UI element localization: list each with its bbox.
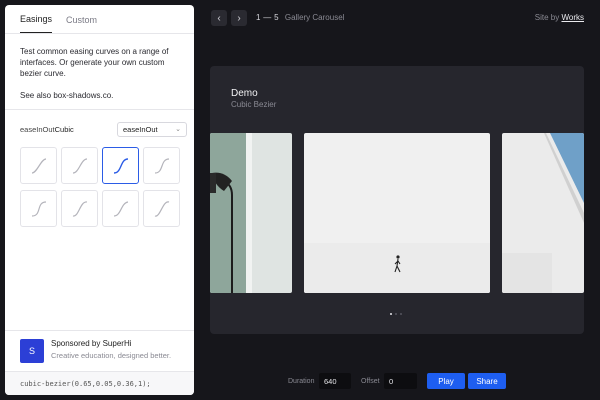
building-photo <box>502 133 584 293</box>
demo-counter: 1 — 5 Gallery Carousel <box>256 13 344 22</box>
easing-option-expo[interactable] <box>61 190 98 227</box>
curve-icon <box>72 157 87 174</box>
chevron-right-icon: › <box>237 12 241 24</box>
duration-label: Duration <box>288 378 315 385</box>
easing-option-quad[interactable] <box>61 147 98 184</box>
carousel-slide-current[interactable] <box>304 133 490 293</box>
tab-easings[interactable]: Easings <box>20 14 53 33</box>
sponsor-subtitle: Creative education, designed better. <box>51 351 172 360</box>
tab-custom[interactable]: Custom <box>66 15 97 33</box>
easing-option-quart[interactable] <box>143 147 180 184</box>
demo-panel: Demo Cubic Bezier <box>210 66 584 334</box>
play-button[interactable]: Play <box>427 373 465 389</box>
demo-index: 1 — 5 <box>256 13 279 22</box>
duration-input[interactable]: 640 <box>319 373 351 389</box>
sponsor-block[interactable]: S Sponsored by SuperHi Creative educatio… <box>5 330 194 370</box>
demo-name: Gallery Carousel <box>284 13 345 22</box>
offset-input[interactable]: 0 <box>384 373 417 389</box>
next-button[interactable]: › <box>231 10 247 26</box>
chevron-left-icon: ‹ <box>217 12 221 24</box>
site-credit: Site by Works <box>535 13 584 22</box>
easing-type-value: easeInOut <box>123 124 158 134</box>
easing-option-sine[interactable] <box>20 147 57 184</box>
demo-subtitle: Cubic Bezier <box>231 100 277 109</box>
works-link[interactable]: Works <box>561 13 584 22</box>
sponsor-text: Sponsored by SuperHi Creative education,… <box>51 339 171 370</box>
share-button[interactable]: Share <box>468 373 506 389</box>
box-shadows-link[interactable]: See also box-shadows.co. <box>20 91 113 100</box>
carousel-dot[interactable] <box>390 313 392 315</box>
easing-option-circ[interactable] <box>102 190 139 227</box>
easing-option-cubic[interactable] <box>102 147 139 184</box>
sponsor-title: Sponsored by SuperHi <box>51 339 132 348</box>
tab-bar: Easings Custom <box>5 5 194 34</box>
superhi-logo-icon: S <box>20 339 44 363</box>
offset-label: Offset <box>361 378 380 385</box>
intro-text: Test common easing curves on a range of … <box>5 34 194 110</box>
curve-icon <box>31 200 46 217</box>
curve-icon <box>113 200 128 217</box>
curve-icon <box>31 157 46 174</box>
easing-grid <box>20 147 187 227</box>
easing-selector-row: easeInOutCubic easeInOut ⌄ <box>20 121 187 137</box>
carousel-slide-next[interactable] <box>502 133 584 293</box>
prev-button[interactable]: ‹ <box>211 10 227 26</box>
curve-icon <box>154 157 169 174</box>
bezier-code-output[interactable]: cubic-bezier(0.65,0.05,0.36,1); <box>5 371 194 395</box>
carousel-slide-prev[interactable] <box>210 133 292 293</box>
easing-option-quint[interactable] <box>20 190 57 227</box>
curve-icon <box>113 157 128 174</box>
site-by-label: Site by <box>534 13 560 22</box>
carousel-dot[interactable] <box>400 313 402 315</box>
intro-description: Test common easing curves on a range of … <box>20 47 169 78</box>
curve-icon <box>154 200 169 217</box>
carousel-dot[interactable] <box>395 313 397 315</box>
sidebar: Easings Custom Test common easing curves… <box>5 5 194 395</box>
easing-type-select[interactable]: easeInOut ⌄ <box>117 121 187 137</box>
lamp-photo <box>210 133 292 293</box>
person-walking-photo <box>304 133 490 293</box>
easing-option-back[interactable] <box>143 190 180 227</box>
easing-name-label: easeInOutCubic <box>20 124 74 134</box>
demo-title: Demo <box>231 88 258 99</box>
carousel-dots <box>390 313 402 315</box>
curve-icon <box>72 200 87 217</box>
chevron-down-icon: ⌄ <box>175 126 181 133</box>
